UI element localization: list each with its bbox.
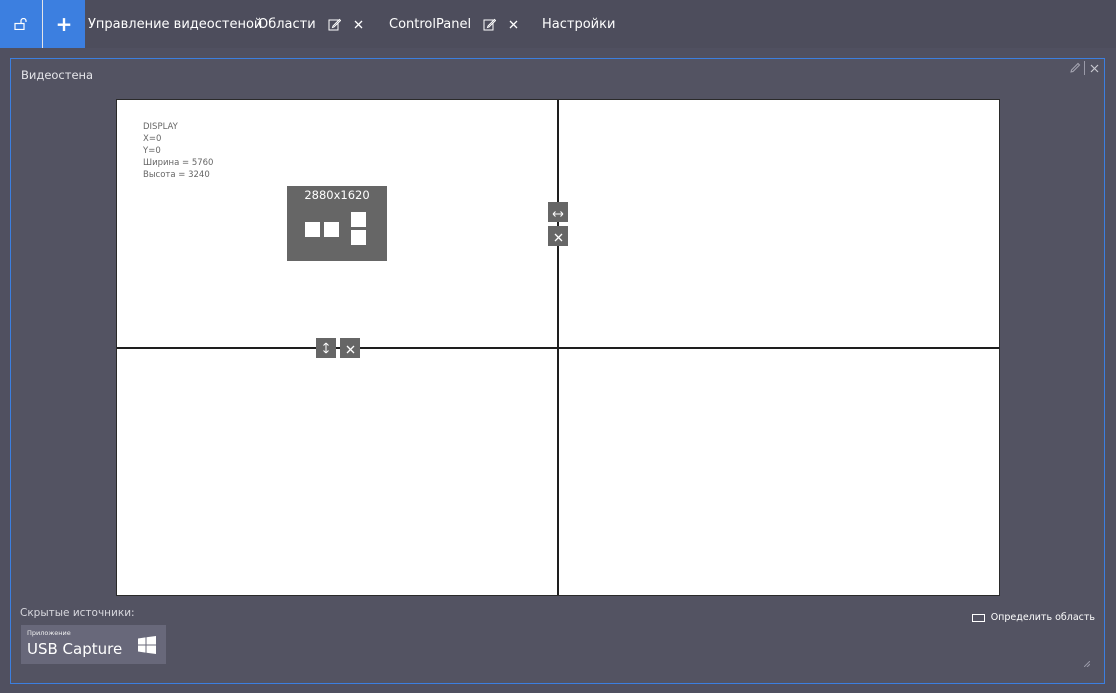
resize-grip-icon[interactable]	[1083, 652, 1091, 671]
panel-tools	[1067, 60, 1102, 76]
display-info-line: Высота = 3240	[143, 170, 210, 180]
lock-button[interactable]	[0, 0, 42, 48]
source-type-label: Приложение	[27, 629, 71, 637]
plus-icon: +	[55, 12, 73, 36]
split-vertical-icon[interactable]	[351, 230, 366, 245]
display-info-line: DISPLAY	[143, 122, 178, 132]
close-icon[interactable]	[509, 20, 518, 29]
tools-divider	[1084, 61, 1085, 75]
tab-controlpanel[interactable]: ControlPanel	[389, 0, 518, 48]
close-icon	[554, 227, 563, 246]
resolution-label: 2880x1620	[304, 188, 370, 202]
add-tab-button[interactable]: +	[43, 0, 85, 48]
tab-label: ControlPanel	[389, 16, 472, 32]
videowall-canvas[interactable]: DISPLAY X=0 Y=0 Ширина = 5760 Высота = 3…	[116, 99, 1000, 596]
rectangle-icon	[971, 613, 985, 622]
tab-label: Управление видеостеной	[88, 16, 263, 32]
display-info-line: X=0	[143, 134, 162, 144]
resolution-layout-box[interactable]: 2880x1620	[287, 186, 387, 261]
close-icon[interactable]	[354, 20, 363, 29]
close-icon[interactable]	[1086, 60, 1102, 76]
split-vertical-icon[interactable]	[351, 212, 366, 227]
top-bar: + Управление видеостеной Области Control…	[0, 0, 1116, 48]
tab-settings[interactable]: Настройки	[542, 0, 615, 48]
source-tile-usb-capture[interactable]: Приложение USB Capture	[21, 625, 166, 664]
hidden-sources-label: Скрытые источники:	[20, 607, 135, 619]
define-area-button[interactable]: Определить область	[971, 612, 1095, 623]
close-icon	[346, 339, 355, 358]
edit-icon[interactable]	[328, 18, 341, 31]
vertical-arrows-icon	[322, 339, 330, 358]
panel-title: Видеостена	[21, 68, 94, 82]
horizontal-divider[interactable]	[117, 347, 999, 349]
resize-horizontal-button[interactable]	[548, 202, 568, 222]
define-area-label: Определить область	[990, 612, 1095, 623]
tab-videowall-management[interactable]: Управление видеостеной	[88, 0, 262, 48]
tab-label: Области	[258, 16, 316, 32]
edit-icon[interactable]	[483, 18, 497, 31]
windows-icon	[138, 636, 156, 658]
tab-areas[interactable]: Области	[258, 0, 363, 48]
tab-label: Настройки	[542, 16, 616, 32]
split-horizontal-icon[interactable]	[305, 222, 320, 237]
remove-horizontal-divider-button[interactable]	[340, 338, 360, 358]
display-info-line: Ширина = 5760	[143, 158, 214, 168]
pencil-icon[interactable]	[1067, 60, 1083, 76]
resize-vertical-button[interactable]	[316, 338, 336, 358]
source-name: USB Capture	[27, 640, 123, 658]
unlock-icon	[14, 15, 28, 34]
remove-vertical-divider-button[interactable]	[548, 226, 568, 246]
split-horizontal-icon[interactable]	[324, 222, 339, 237]
display-info-line: Y=0	[143, 146, 161, 156]
horizontal-arrows-icon	[552, 203, 564, 222]
display-info: DISPLAY X=0 Y=0 Ширина = 5760 Высота = 3…	[143, 121, 213, 181]
